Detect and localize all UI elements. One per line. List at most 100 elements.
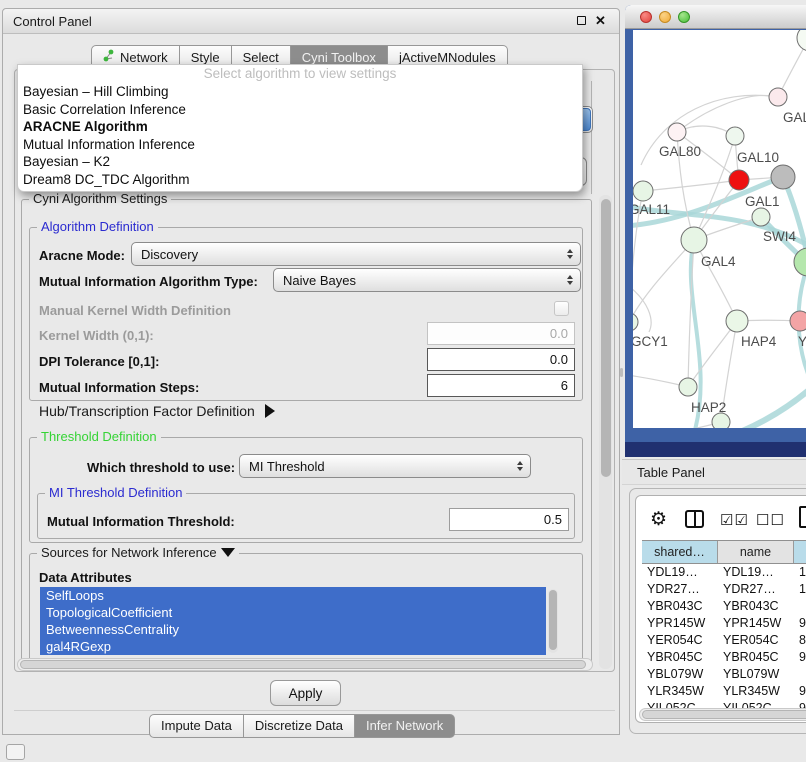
panel-splitter-handle[interactable] [620, 368, 623, 377]
close-icon[interactable]: ✕ [593, 14, 608, 29]
network-node-salmon-node[interactable] [790, 311, 806, 331]
aracne-mode-combo[interactable]: Discovery [131, 242, 581, 266]
node-label-GAL4: GAL4 [701, 254, 736, 269]
control-panel-titlebar: Control Panel ✕ [3, 9, 619, 34]
table-cell: YPR145W [718, 615, 794, 632]
column-header-2[interactable]: name [718, 541, 794, 563]
table-cell: YBR043C [642, 598, 718, 615]
mi-algorithm-type-value: Naive Bayes [283, 273, 356, 288]
gear-icon[interactable]: ⚙ [650, 508, 667, 531]
network-node-GAL7[interactable] [769, 88, 787, 106]
algorithm-option[interactable]: Bayesian – K2 [18, 153, 582, 171]
table-cell: 12 [794, 581, 806, 598]
table-cell: YLR345W [718, 683, 794, 700]
dpi-tolerance-label: DPI Tolerance [0,1]: [39, 354, 159, 369]
network-edge [643, 180, 739, 191]
collapse-down-icon[interactable] [221, 548, 235, 557]
dpi-tolerance-field[interactable]: 0.0 [427, 348, 575, 371]
close-traffic-light-icon[interactable] [640, 11, 652, 23]
sources-title-text: Sources for Network Inference [41, 545, 217, 560]
node-label-GAL1: GAL1 [745, 194, 780, 209]
table-panel-titlebar: Table Panel [622, 459, 806, 485]
tab-label: jActiveMNodules [399, 50, 496, 65]
node-label-GCY1: GCY1 [633, 334, 668, 349]
mi-algorithm-type-combo[interactable]: Naive Bayes [273, 268, 581, 292]
column-header-1[interactable]: shared… [642, 541, 718, 563]
kernel-width-field[interactable]: 0.0 [427, 322, 575, 345]
combo-spinner-icon [517, 461, 523, 471]
which-threshold-combo[interactable]: MI Threshold [239, 454, 531, 478]
tab-label: Impute Data [161, 718, 232, 733]
which-threshold-label: Which threshold to use: [87, 460, 235, 475]
table-row[interactable]: YLR345WYLR345W9. [642, 683, 806, 700]
zoom-traffic-light-icon[interactable] [678, 11, 690, 23]
data-attribute-item[interactable]: BetweennessCentrality [40, 621, 546, 638]
table-row[interactable]: YDR27…YDR27…12 [642, 581, 806, 598]
document-icon[interactable] [799, 506, 806, 528]
manual-kernel-width-checkbox[interactable] [554, 301, 569, 316]
network-node-left-sliver[interactable] [633, 313, 638, 331]
node-label-GAL: GAL [783, 110, 806, 125]
network-node-GAL80[interactable] [668, 123, 686, 141]
tab-infer-network[interactable]: Infer Network [355, 714, 455, 738]
table-row[interactable]: YBR045CYBR045C9. [642, 649, 806, 666]
checked-boxes-icon[interactable]: ☑☑ [720, 511, 749, 529]
table-cell: YER054C [718, 632, 794, 649]
network-node-SWI4[interactable] [752, 208, 770, 226]
apply-button[interactable]: Apply [270, 680, 341, 706]
data-attribute-item[interactable]: SelfLoops [40, 587, 546, 604]
algorithm-option[interactable]: Dream8 DC_TDC Algorithm [18, 171, 582, 189]
expand-right-icon[interactable] [265, 404, 275, 418]
table-row[interactable]: YBL079WYBL079W [642, 666, 806, 683]
node-attribute-table: shared…nameA YDL19…YDL19…13YDR27…YDR27…1… [642, 540, 806, 717]
bottom-tab-bar: Impute Data Discretize DataInfer Network [149, 714, 455, 738]
network-window-titlebar[interactable] [625, 5, 806, 29]
algorithm-option[interactable]: Mutual Information Inference [18, 136, 582, 154]
network-node-HAP4[interactable] [726, 310, 748, 332]
hub-definition-section[interactable]: Hub/Transcription Factor Definition [39, 403, 275, 419]
algorithm-option[interactable]: Bayesian – Hill Climbing [18, 83, 582, 101]
manual-kernel-width-label: Manual Kernel Width Definition [39, 303, 231, 318]
table-row[interactable]: YDL19…YDL19…13 [642, 564, 806, 581]
float-window-icon[interactable] [574, 14, 589, 29]
table-cell: YBR045C [718, 649, 794, 666]
data-attribute-item[interactable]: gal4RGexp [40, 638, 546, 655]
network-node-HAP2[interactable] [679, 378, 697, 396]
column-header-3[interactable]: A [794, 541, 806, 563]
algorithm-option[interactable]: Basic Correlation Inference [18, 101, 582, 119]
minimize-traffic-light-icon[interactable] [659, 11, 671, 23]
tab-impute-data[interactable]: Impute Data [149, 714, 244, 738]
combo-spinner-icon [567, 249, 573, 259]
mi-steps-label: Mutual Information Steps: [39, 380, 199, 395]
network-node-GAL10[interactable] [726, 127, 744, 145]
combo-spinner-icon [567, 275, 573, 285]
settings-vertical-scrollbar[interactable] [599, 195, 612, 669]
mi-threshold-field[interactable]: 0.5 [449, 508, 569, 531]
network-window-bottom-frame [625, 442, 806, 457]
table-header-row: shared…nameA [642, 540, 806, 564]
table-row[interactable]: YPR145WYPR145W9. [642, 615, 806, 632]
tab-discretize-data[interactable]: Discretize Data [244, 714, 355, 738]
table-horizontal-scrollbar[interactable] [639, 708, 806, 721]
unchecked-boxes-icon[interactable]: ☐☐ [756, 511, 785, 529]
restore-panel-icon[interactable] [6, 744, 25, 760]
network-canvas[interactable]: GALGAL80GAL10GAL1GAL11SWI4GAL4HAP4YGCY1H… [633, 30, 806, 428]
mi-steps-field[interactable]: 6 [427, 374, 575, 397]
algorithm-dropdown-popup: Select algorithm to view settings Bayesi… [17, 64, 583, 192]
algorithm-dropdown-placeholder: Select algorithm to view settings [18, 65, 582, 83]
network-node-GAL1[interactable] [729, 170, 749, 190]
split-columns-icon[interactable] [685, 510, 704, 528]
data-attribute-item[interactable]: TopologicalCoefficient [40, 604, 546, 621]
algorithm-option[interactable]: ARACNE Algorithm [18, 118, 582, 136]
network-node-GAL4[interactable] [681, 227, 707, 253]
settings-horizontal-scrollbar[interactable] [17, 658, 593, 671]
table-row[interactable]: YBR043CYBR043C [642, 598, 806, 615]
network-node-partial-top[interactable] [797, 30, 806, 51]
network-node-GAL11[interactable] [633, 181, 653, 201]
control-panel-window: Control Panel ✕ NetworkStyleSelectCyni T… [2, 8, 620, 735]
network-node-gray-node[interactable] [771, 165, 795, 189]
tab-label: Network [120, 50, 168, 65]
table-row[interactable]: YER054CYER054C8. [642, 632, 806, 649]
attribute-list-scrollbar[interactable] [548, 589, 558, 653]
network-node-bottom-partial[interactable] [712, 413, 730, 428]
